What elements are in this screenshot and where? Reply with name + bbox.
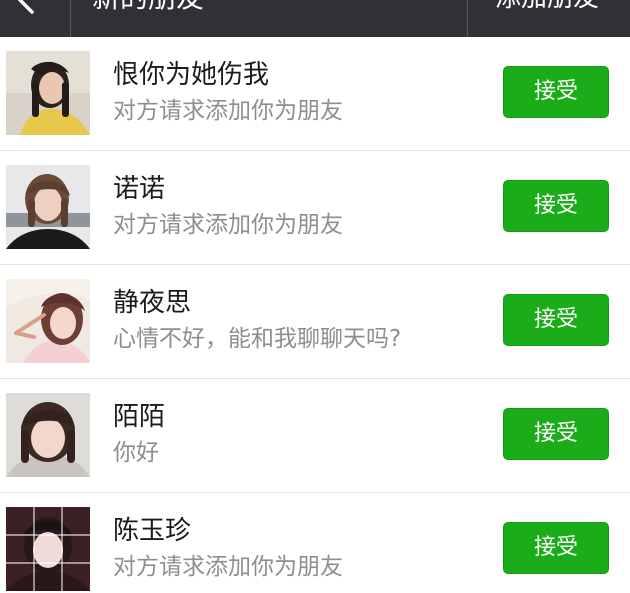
request-message: 你好	[113, 440, 159, 466]
page-title: 新的朋友	[92, 0, 204, 16]
avatar[interactable]	[6, 393, 90, 477]
navbar-divider-right	[467, 0, 468, 37]
friend-request-list: 恨你为她伤我 对方请求添加你为朋友 接受 诺诺 对方请求添加你为朋友 接受 静夜…	[0, 37, 630, 593]
contact-name: 陈玉珍	[113, 516, 192, 546]
accept-button[interactable]: 接受	[503, 522, 609, 574]
add-friends-button[interactable]: 添加朋友	[495, 0, 599, 16]
avatar[interactable]	[6, 507, 90, 591]
request-message: 对方请求添加你为朋友	[113, 98, 343, 124]
back-arrow-icon[interactable]	[14, 0, 38, 18]
top-navigation-bar: 新的朋友 添加朋友	[0, 0, 630, 37]
request-message: 对方请求添加你为朋友	[113, 554, 343, 580]
navbar-divider-left	[70, 0, 71, 37]
contact-name: 陌陌	[113, 402, 166, 432]
friend-request-item[interactable]: 陌陌 你好 接受	[0, 379, 630, 493]
accept-button[interactable]: 接受	[503, 408, 609, 460]
request-message: 心情不好，能和我聊聊天吗?	[113, 326, 402, 352]
accept-button[interactable]: 接受	[503, 66, 609, 118]
request-message: 对方请求添加你为朋友	[113, 212, 343, 238]
contact-name: 静夜思	[113, 288, 192, 318]
friend-request-item[interactable]: 恨你为她伤我 对方请求添加你为朋友 接受	[0, 37, 630, 151]
friend-request-item[interactable]: 陈玉珍 对方请求添加你为朋友 接受	[0, 493, 630, 593]
accept-button[interactable]: 接受	[503, 180, 609, 232]
friend-request-item[interactable]: 诺诺 对方请求添加你为朋友 接受	[0, 151, 630, 265]
avatar[interactable]	[6, 279, 90, 363]
contact-name: 诺诺	[113, 174, 166, 204]
accept-button[interactable]: 接受	[503, 294, 609, 346]
avatar[interactable]	[6, 165, 90, 249]
contact-name: 恨你为她伤我	[113, 60, 270, 90]
avatar[interactable]	[6, 51, 90, 135]
new-friends-screen: 新的朋友 添加朋友 恨你为她伤我 对方请求添加你为朋友 接受	[0, 0, 630, 593]
friend-request-item[interactable]: 静夜思 心情不好，能和我聊聊天吗? 接受	[0, 265, 630, 379]
